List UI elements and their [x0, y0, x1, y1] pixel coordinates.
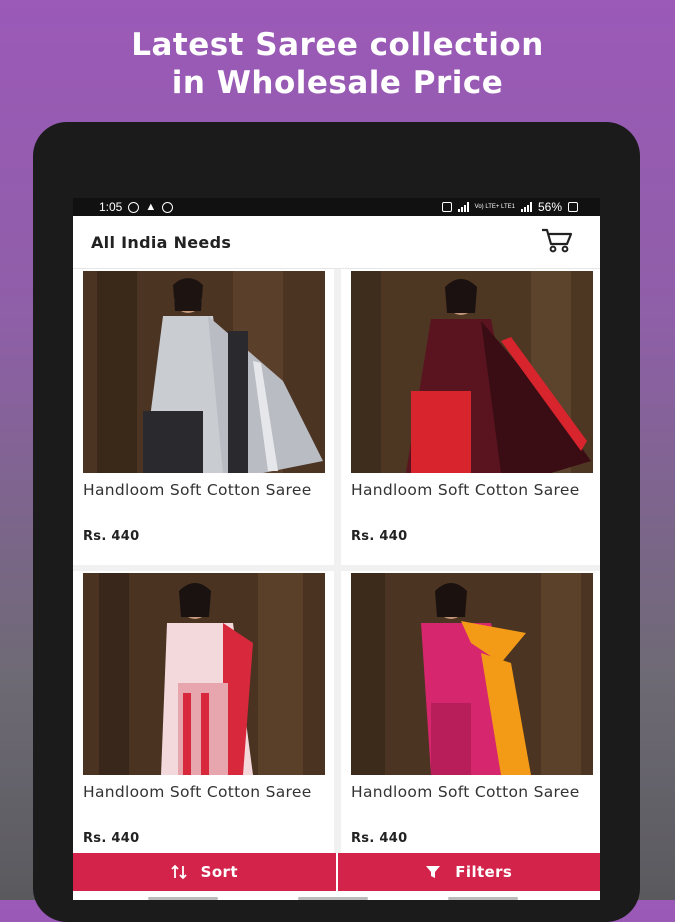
product-card[interactable]: Handloom Soft Cotton Saree Rs. 440 [73, 269, 334, 565]
signal-1-icon [457, 202, 469, 212]
product-grid: Handloom Soft Cotton Saree Rs. 440 Handl… [73, 269, 600, 900]
product-image[interactable] [351, 271, 593, 473]
cart-icon[interactable] [540, 227, 574, 257]
product-name: Handloom Soft Cotton Saree [83, 783, 312, 801]
status-time: 1:05 [99, 200, 123, 214]
promo-line-1: Latest Saree collection [131, 27, 544, 63]
navigation-hint [73, 891, 600, 900]
product-name: Handloom Soft Cotton Saree [351, 783, 580, 801]
product-image[interactable] [83, 573, 325, 775]
filter-icon [426, 866, 441, 878]
filters-label: Filters [455, 863, 513, 881]
product-card[interactable]: Handloom Soft Cotton Saree Rs. 440 [341, 269, 600, 565]
network-type-label: Vo) LTE+ LTE1 [474, 204, 515, 210]
product-card[interactable]: Handloom Soft Cotton Saree Rs. 440 [73, 571, 334, 867]
product-image[interactable] [83, 271, 325, 473]
product-price: Rs. 440 [351, 831, 408, 846]
promo-headline: Latest Saree collection in Wholesale Pri… [0, 26, 675, 102]
sort-label: Sort [200, 863, 238, 881]
app-screen: 1:05 ▲ Vo) LTE+ LTE1 56% All India Needs [73, 198, 600, 900]
sort-icon [170, 864, 187, 880]
product-name: Handloom Soft Cotton Saree [351, 481, 580, 499]
notification-icon: ▲ [145, 201, 157, 213]
product-price: Rs. 440 [351, 529, 408, 544]
alarm-icon [441, 202, 452, 212]
promo-line-2: in Wholesale Price [171, 65, 504, 101]
sort-button[interactable]: Sort [73, 853, 336, 891]
app-title: All India Needs [91, 232, 232, 252]
battery-percent: 56% [537, 200, 562, 214]
product-card[interactable]: Handloom Soft Cotton Saree Rs. 440 [341, 571, 600, 867]
status-bar: 1:05 ▲ Vo) LTE+ LTE1 56% [73, 198, 600, 216]
app-notification-icon [162, 201, 174, 213]
filters-button[interactable]: Filters [337, 853, 600, 891]
signal-2-icon [520, 202, 532, 212]
app-bar: All India Needs [73, 216, 600, 269]
product-price: Rs. 440 [83, 831, 140, 846]
bottom-action-bar: Sort Filters [73, 853, 600, 891]
battery-icon [568, 202, 578, 212]
whatsapp-icon [128, 201, 140, 213]
product-image[interactable] [351, 573, 593, 775]
product-price: Rs. 440 [83, 529, 140, 544]
product-name: Handloom Soft Cotton Saree [83, 481, 312, 499]
